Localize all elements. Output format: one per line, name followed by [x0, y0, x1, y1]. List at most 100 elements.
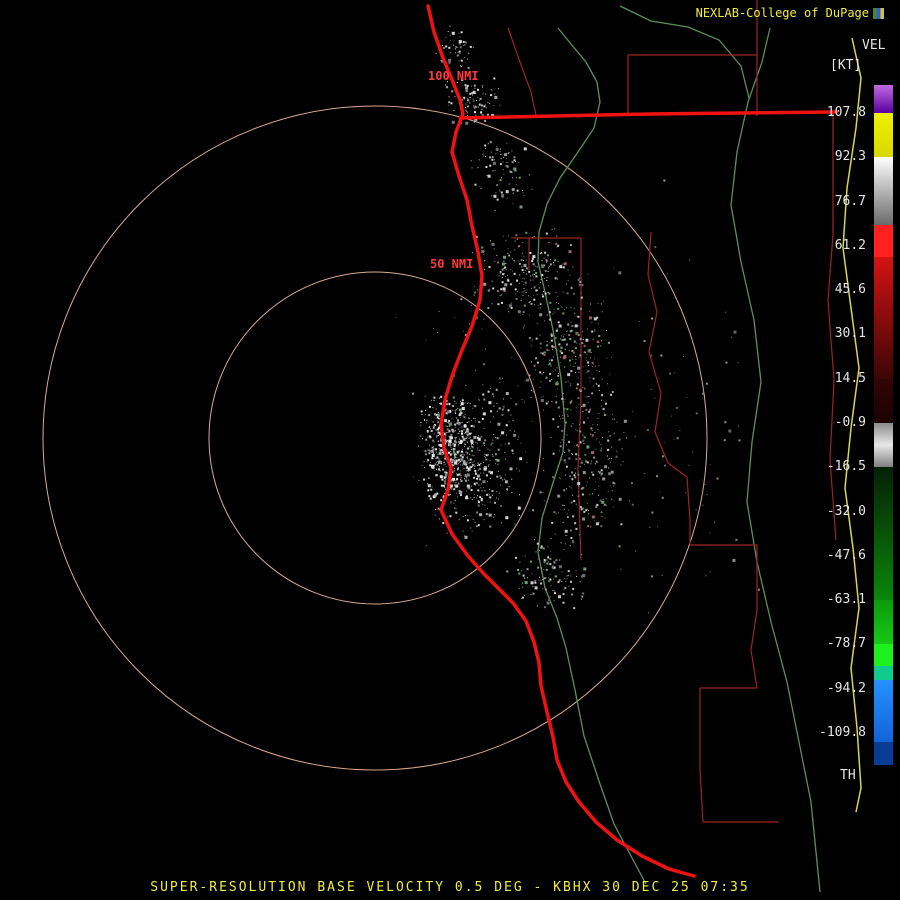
echo-bin — [523, 256, 525, 258]
echo-bin — [532, 263, 535, 266]
echo-bin — [528, 301, 530, 303]
echo-bin — [589, 310, 591, 312]
echo-bin — [465, 479, 467, 482]
echo-bin — [473, 493, 475, 495]
echo-bin — [496, 491, 498, 493]
echo-bin — [551, 400, 553, 402]
echo-bin — [600, 340, 602, 342]
echo-bin — [481, 108, 483, 110]
echo-bin — [438, 468, 440, 471]
echo-bin — [575, 472, 576, 474]
echo-bin — [444, 482, 447, 485]
echo-bin — [491, 89, 493, 91]
echo-bin — [522, 574, 525, 577]
echo-bin — [551, 345, 554, 348]
echo-bin — [431, 447, 433, 449]
colorbar-tick-label: 30.1 — [834, 326, 866, 342]
echo-bin — [546, 280, 548, 281]
echo-bin — [424, 414, 426, 416]
echo-bin — [465, 107, 467, 108]
echo-bin — [482, 384, 484, 386]
echo-bin — [597, 429, 599, 431]
echo-bin — [567, 330, 569, 332]
echo-bin — [454, 470, 456, 472]
echo-bin — [480, 483, 482, 485]
echo-bin — [630, 482, 633, 485]
echo-bin — [469, 475, 471, 477]
echo-bin — [456, 55, 458, 57]
echo-bin — [541, 293, 543, 295]
echo-bin — [587, 361, 590, 364]
echo-bin — [492, 439, 494, 441]
echo-bin — [521, 269, 524, 272]
echo-bin — [440, 451, 442, 453]
echo-bin — [585, 408, 588, 411]
echo-bin — [569, 529, 572, 532]
echo-bin — [688, 464, 690, 466]
echo-bin — [549, 263, 552, 266]
echo-bin — [561, 429, 564, 432]
echo-bin — [458, 423, 461, 426]
echo-bin — [569, 274, 571, 276]
echo-bin — [577, 278, 580, 281]
echo-bin — [556, 350, 558, 351]
echo-bin — [518, 514, 520, 516]
echo-bin — [583, 510, 586, 513]
echo-bin — [709, 532, 711, 534]
echo-bin — [563, 505, 565, 506]
echo-bin — [458, 438, 460, 440]
echo-bin — [465, 85, 467, 87]
echo-bin — [429, 444, 430, 446]
radar-viewer: 100 NMI 50 NMI NEXLAB-College of DuPage … — [0, 0, 900, 900]
echo-bin — [569, 338, 572, 340]
echo-bin — [546, 261, 548, 263]
echo-bin — [554, 562, 556, 564]
echo-bin — [449, 409, 452, 412]
echo-bin — [634, 436, 636, 438]
echo-bin — [440, 499, 443, 502]
echo-bin — [479, 513, 483, 517]
echo-bin — [514, 240, 516, 242]
echo-bin — [572, 515, 575, 518]
echo-bin — [427, 489, 430, 492]
echo-bin — [548, 350, 550, 352]
echo-bin — [455, 52, 457, 54]
echo-bin — [583, 344, 586, 347]
echo-bin — [585, 338, 589, 342]
echo-bin — [663, 179, 666, 182]
echo-bin — [613, 506, 615, 508]
echo-bin — [571, 356, 573, 358]
echo-bin — [530, 560, 532, 563]
echo-bin — [584, 459, 586, 461]
colorbar-segment — [874, 644, 893, 666]
echo-bin — [534, 581, 537, 584]
echo-bin — [620, 568, 622, 570]
echo-bin — [493, 248, 495, 250]
echo-bin — [445, 45, 448, 48]
echo-bin — [424, 450, 427, 453]
echo-bin — [504, 480, 508, 484]
echo-bin — [463, 416, 466, 419]
echo-bin — [600, 525, 603, 528]
echo-bin — [574, 467, 576, 469]
echo-bin — [514, 288, 517, 291]
echo-bin — [538, 287, 540, 289]
echo-bin — [487, 307, 490, 310]
echo-bin — [595, 522, 599, 526]
echo-bin — [661, 496, 664, 499]
echo-bin — [553, 309, 555, 311]
echo-bin — [553, 511, 556, 514]
echo-bin — [569, 486, 571, 488]
echo-bin — [550, 550, 552, 552]
echo-bin — [518, 262, 521, 265]
echo-bin — [468, 470, 470, 472]
echo-bin — [473, 294, 475, 296]
echo-bin — [483, 467, 485, 469]
echo-bin — [436, 435, 438, 437]
echo-bin — [497, 303, 500, 306]
echo-bin — [562, 504, 564, 506]
echo-bin — [525, 291, 527, 293]
echo-bin — [555, 401, 558, 404]
echo-bin — [593, 317, 597, 321]
echo-bin — [435, 408, 437, 410]
